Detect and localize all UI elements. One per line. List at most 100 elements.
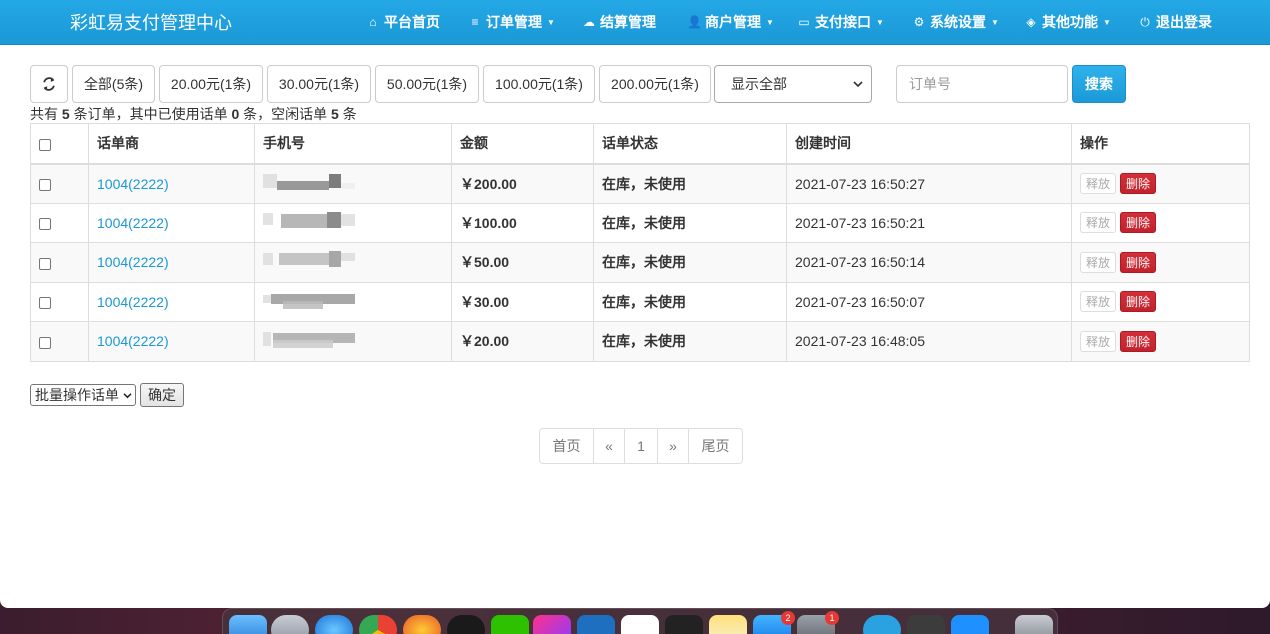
merchant-cell: 1004(2222) <box>88 321 255 362</box>
firefox-icon[interactable] <box>403 615 441 634</box>
page-first[interactable]: 首页 <box>539 428 594 464</box>
filter-all-button[interactable]: 全部(5条) <box>72 65 155 103</box>
order-summary: 共有 5 条订单，其中已使用话单 0 条，空闲话单 5 条 <box>30 104 357 124</box>
amount-cell: ￥30.00 <box>451 281 594 322</box>
nav-other-functions[interactable]: ◈ 其他功能 ▼ <box>1024 12 1138 32</box>
blur-block <box>329 173 341 188</box>
wechat-icon[interactable] <box>491 615 529 634</box>
delete-button[interactable]: 删除 <box>1120 330 1157 352</box>
nav-orders[interactable]: ≡ 订单管理 ▼ <box>468 12 582 32</box>
blur-block <box>263 253 273 266</box>
summary-text: 条订单，其中已使用话单 <box>73 106 228 122</box>
created-time-cell: 2021-07-23 16:50:27 <box>786 163 1072 204</box>
finder-icon[interactable] <box>229 615 267 634</box>
phone-cell <box>254 242 452 283</box>
blur-block <box>329 251 341 268</box>
row-actions: 释放 删除 <box>1080 251 1241 273</box>
row-checkbox[interactable] <box>39 297 51 310</box>
batch-operation-select[interactable]: 批量操作话单 <box>30 384 136 406</box>
release-button[interactable]: 释放 <box>1080 251 1117 273</box>
page-prev[interactable]: « <box>593 428 625 464</box>
row-checkbox[interactable] <box>39 336 51 349</box>
nav-label: 系统设置 <box>930 14 986 30</box>
trash-icon[interactable] <box>1015 615 1053 634</box>
release-button[interactable]: 释放 <box>1080 212 1117 234</box>
actions-cell: 释放 删除 <box>1071 242 1250 283</box>
delete-button[interactable]: 删除 <box>1120 212 1157 234</box>
merchant-link[interactable]: 1004(2222) <box>97 215 169 231</box>
calendar-icon[interactable] <box>621 615 659 634</box>
filter-200-button[interactable]: 200.00元(1条) <box>599 65 711 103</box>
delete-button[interactable]: 删除 <box>1120 173 1157 194</box>
merchant-link[interactable]: 1004(2222) <box>97 294 169 310</box>
power-icon: ⏻ <box>1140 14 1150 29</box>
page-next[interactable]: » <box>657 428 689 464</box>
release-button[interactable]: 释放 <box>1080 330 1117 352</box>
search-button[interactable]: 搜索 <box>1072 65 1126 103</box>
page-last[interactable]: 尾页 <box>688 428 743 464</box>
batch-confirm-button[interactable]: 确定 <box>140 383 184 407</box>
browser-window: 彩虹易支付管理中心 ⌂ 平台首页 ≡ 订单管理 ▼ ☁ 结算管理 👤 商户管理 … <box>0 0 1270 608</box>
phone-cell <box>254 281 452 322</box>
notes-icon[interactable] <box>709 615 747 634</box>
actions-cell: 释放 删除 <box>1071 281 1250 322</box>
filter-30-button[interactable]: 30.00元(1条) <box>267 65 371 103</box>
status-cell: 在库，未使用 <box>593 202 787 243</box>
nav-merchants[interactable]: 👤 商户管理 ▼ <box>687 12 797 32</box>
qq-icon[interactable] <box>447 615 485 634</box>
safari-icon[interactable] <box>315 615 353 634</box>
phpstorm-icon[interactable] <box>533 615 571 634</box>
terminal-icon[interactable] <box>665 615 703 634</box>
blur-block <box>327 211 341 228</box>
status-select[interactable]: 显示全部 <box>714 65 872 103</box>
filter-100-button[interactable]: 100.00元(1条) <box>483 65 595 103</box>
amount-cell: ￥20.00 <box>451 321 594 362</box>
top-navbar: 彩虹易支付管理中心 ⌂ 平台首页 ≡ 订单管理 ▼ ☁ 结算管理 👤 商户管理 … <box>0 0 1270 45</box>
refresh-button[interactable] <box>30 65 68 103</box>
select-all-checkbox[interactable] <box>39 138 51 151</box>
filter-50-button[interactable]: 50.00元(1条) <box>375 65 479 103</box>
launchpad-icon[interactable] <box>271 615 309 634</box>
batch-actions: 批量操作话单 确定 <box>30 383 184 407</box>
merchant-link[interactable]: 1004(2222) <box>97 254 169 270</box>
created-time-cell: 2021-07-23 16:50:07 <box>786 281 1072 322</box>
system-preferences-icon[interactable]: 1 <box>797 611 839 634</box>
order-number-input[interactable] <box>896 65 1068 103</box>
row-checkbox[interactable] <box>39 178 51 191</box>
row-checkbox[interactable] <box>39 218 51 231</box>
phone-blurred <box>263 328 373 354</box>
app-store-icon[interactable]: 2 <box>753 611 795 634</box>
release-button[interactable]: 释放 <box>1080 173 1117 194</box>
telegram-icon[interactable] <box>863 615 901 634</box>
row-select-cell <box>30 321 89 362</box>
nav-system-settings[interactable]: ⚙ 系统设置 ▼ <box>912 12 1024 32</box>
vscode-icon[interactable] <box>577 615 615 634</box>
chrome-icon[interactable] <box>359 615 397 634</box>
nav-settlement[interactable]: ☁ 结算管理 <box>582 12 687 32</box>
release-button[interactable]: 释放 <box>1080 291 1117 313</box>
delete-button[interactable]: 删除 <box>1120 291 1157 313</box>
select-all-cell <box>30 123 89 165</box>
table-row: 1004(2222) ￥200.00 在库，未使用 2021-07-23 16:… <box>30 163 1250 204</box>
chevron-down-icon <box>123 392 132 398</box>
brand-title[interactable]: 彩虹易支付管理中心 <box>70 9 366 35</box>
status-cell: 在库，未使用 <box>593 321 787 362</box>
nav-payment-api[interactable]: ▭ 支付接口 ▼ <box>797 12 912 32</box>
summary-text: 共有 <box>30 106 58 122</box>
actions-cell: 释放 删除 <box>1071 202 1250 243</box>
nav-logout[interactable]: ⏻ 退出登录 <box>1138 12 1228 32</box>
merchant-cell: 1004(2222) <box>88 281 255 322</box>
nav-home[interactable]: ⌂ 平台首页 <box>366 12 468 32</box>
filter-20-button[interactable]: 20.00元(1条) <box>159 65 263 103</box>
main-nav: ⌂ 平台首页 ≡ 订单管理 ▼ ☁ 结算管理 👤 商户管理 ▼ ▭ 支付接口 ▼ <box>366 12 1228 32</box>
page-current[interactable]: 1 <box>624 428 658 464</box>
sublime-icon[interactable] <box>907 615 945 634</box>
delete-button[interactable]: 删除 <box>1120 251 1157 273</box>
windows-app-icon[interactable] <box>951 615 989 634</box>
merchant-link[interactable]: 1004(2222) <box>97 333 169 349</box>
header-created: 创建时间 <box>786 123 1072 165</box>
merchant-link[interactable]: 1004(2222) <box>97 176 169 192</box>
row-checkbox[interactable] <box>39 257 51 270</box>
nav-label: 订单管理 <box>486 14 542 30</box>
phone-blurred <box>263 210 373 236</box>
